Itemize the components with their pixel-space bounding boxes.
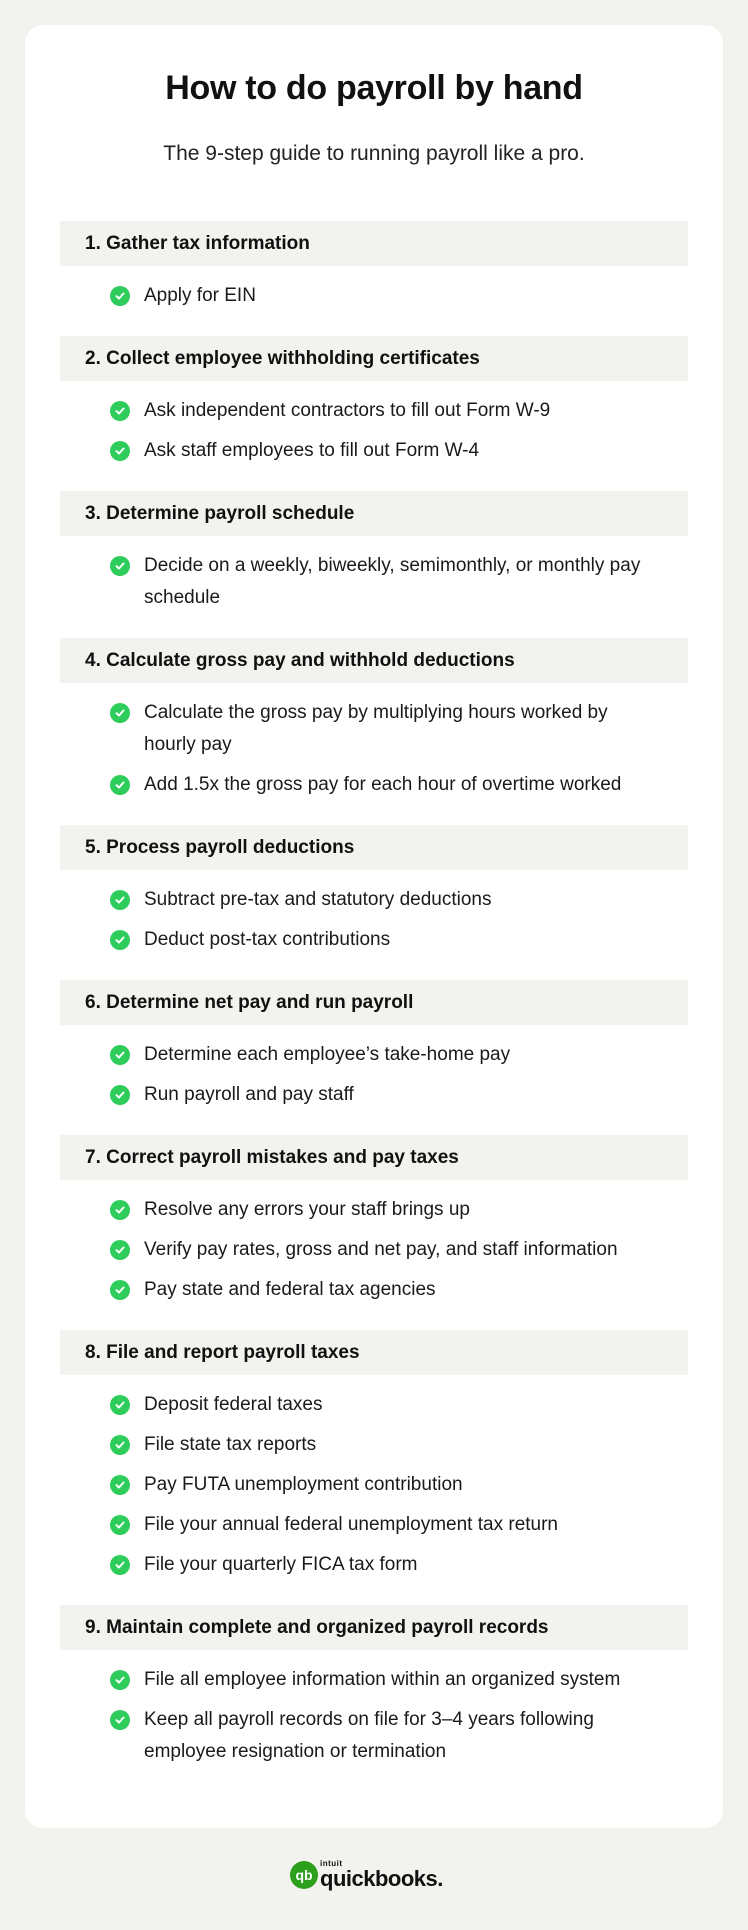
step-section: 1. Gather tax information Apply for EIN (60, 221, 688, 312)
list-item: Ask staff employees to fill out Form W-4 (60, 435, 688, 467)
list-item: Resolve any errors your staff brings up (60, 1194, 688, 1226)
list-item: Add 1.5x the gross pay for each hour of … (60, 769, 688, 801)
list-item: Run payroll and pay staff (60, 1079, 688, 1111)
check-circle-icon (110, 1240, 130, 1260)
list-item-text: Ask independent contractors to fill out … (144, 400, 551, 421)
check-circle-icon (110, 1710, 130, 1730)
check-circle-icon (110, 775, 130, 795)
list-item: Deposit federal taxes (60, 1389, 688, 1421)
list-item: Decide on a weekly, biweekly, semimonthl… (60, 550, 688, 614)
list-item: Calculate the gross pay by multiplying h… (60, 697, 688, 761)
list-item-text: File all employee information within an … (144, 1669, 621, 1690)
check-circle-icon (110, 1670, 130, 1690)
guide-card: How to do payroll by hand The 9-step gui… (25, 25, 723, 1828)
list-item-text: File your annual federal unemployment ta… (144, 1514, 559, 1535)
list-item-text: Add 1.5x the gross pay for each hour of … (144, 774, 622, 795)
check-circle-icon (110, 1435, 130, 1455)
list-item-text: Keep all payroll records on file for 3–4… (144, 1709, 594, 1762)
step-section: 3. Determine payroll schedule Decide on a… (60, 491, 688, 614)
list-item-text: Calculate the gross pay by multiplying h… (144, 702, 608, 755)
list-item-text: Deduct post-tax contributions (144, 929, 391, 950)
step-heading: 6. Determine net pay and run payroll (60, 980, 688, 1025)
check-circle-icon (110, 1280, 130, 1300)
check-circle-icon (110, 1395, 130, 1415)
list-item: Keep all payroll records on file for 3–4… (60, 1704, 688, 1768)
list-item-text: Deposit federal taxes (144, 1394, 323, 1415)
page-subtitle: The 9-step guide to running payroll like… (163, 142, 585, 165)
step-section: 7. Correct payroll mistakes and pay taxe… (60, 1135, 688, 1306)
step-section: 2. Collect employee withholding certific… (60, 336, 688, 467)
list-item-text: Verify pay rates, gross and net pay, and… (144, 1239, 618, 1260)
page-title: How to do payroll by hand (165, 69, 583, 107)
list-item: Apply for EIN (60, 280, 688, 312)
step-heading: 3. Determine payroll schedule (60, 491, 688, 536)
check-circle-icon (110, 1515, 130, 1535)
check-circle-icon (110, 441, 130, 461)
list-item-text: Run payroll and pay staff (144, 1084, 354, 1105)
list-item-text: Subtract pre-tax and statutory deduction… (144, 889, 492, 910)
logo-quickbooks-text: quickbooks. (320, 1866, 443, 1891)
step-heading: 4. Calculate gross pay and withhold dedu… (60, 638, 688, 683)
step-section: 8. File and report payroll taxes Deposit … (60, 1330, 688, 1581)
step-heading: 8. File and report payroll taxes (60, 1330, 688, 1375)
quickbooks-badge-icon: qb (290, 1861, 318, 1889)
check-circle-icon (110, 890, 130, 910)
check-circle-icon (110, 930, 130, 950)
list-item: Pay FUTA unemployment contribution (60, 1469, 688, 1501)
list-item-text: Pay state and federal tax agencies (144, 1279, 436, 1300)
check-circle-icon (110, 1475, 130, 1495)
step-heading: 7. Correct payroll mistakes and pay taxe… (60, 1135, 688, 1180)
check-circle-icon (110, 703, 130, 723)
list-item-text: Apply for EIN (144, 285, 256, 306)
list-item: File all employee information within an … (60, 1664, 688, 1696)
list-item: Deduct post-tax contributions (60, 924, 688, 956)
step-heading: 5. Process payroll deductions (60, 825, 688, 870)
list-item-text: File state tax reports (144, 1434, 317, 1455)
check-circle-icon (110, 1085, 130, 1105)
check-circle-icon (110, 401, 130, 421)
list-item-text: Decide on a weekly, biweekly, semimonthl… (144, 555, 641, 608)
check-circle-icon (110, 286, 130, 306)
list-item: Pay state and federal tax agencies (60, 1274, 688, 1306)
step-section: 6. Determine net pay and run payroll Dete… (60, 980, 688, 1111)
list-item: File state tax reports (60, 1429, 688, 1461)
quickbooks-logo: qb intuit quickbooks. (290, 1860, 443, 1890)
step-section: 4. Calculate gross pay and withhold dedu… (60, 638, 688, 801)
list-item-text: Resolve any errors your staff brings up (144, 1199, 470, 1220)
step-heading: 1. Gather tax information (60, 221, 688, 266)
list-item-text: Pay FUTA unemployment contribution (144, 1474, 463, 1495)
check-circle-icon (110, 1200, 130, 1220)
list-item-text: Ask staff employees to fill out Form W-4 (144, 440, 480, 461)
step-section: 9. Maintain complete and organized payro… (60, 1605, 688, 1768)
list-item: Subtract pre-tax and statutory deduction… (60, 884, 688, 916)
list-item: File your annual federal unemployment ta… (60, 1509, 688, 1541)
step-heading: 2. Collect employee withholding certific… (60, 336, 688, 381)
list-item: Ask independent contractors to fill out … (60, 395, 688, 427)
list-item-text: Determine each employee’s take-home pay (144, 1044, 511, 1065)
check-circle-icon (110, 1045, 130, 1065)
list-item: File your quarterly FICA tax form (60, 1549, 688, 1581)
list-item: Determine each employee’s take-home pay (60, 1039, 688, 1071)
check-circle-icon (110, 1555, 130, 1575)
list-item: Verify pay rates, gross and net pay, and… (60, 1234, 688, 1266)
list-item-text: File your quarterly FICA tax form (144, 1554, 418, 1575)
check-circle-icon (110, 556, 130, 576)
step-heading: 9. Maintain complete and organized payro… (60, 1605, 688, 1650)
steps-list: 1. Gather tax information Apply for EIN 2.… (60, 221, 688, 1792)
step-section: 5. Process payroll deductions Subtract pr… (60, 825, 688, 956)
